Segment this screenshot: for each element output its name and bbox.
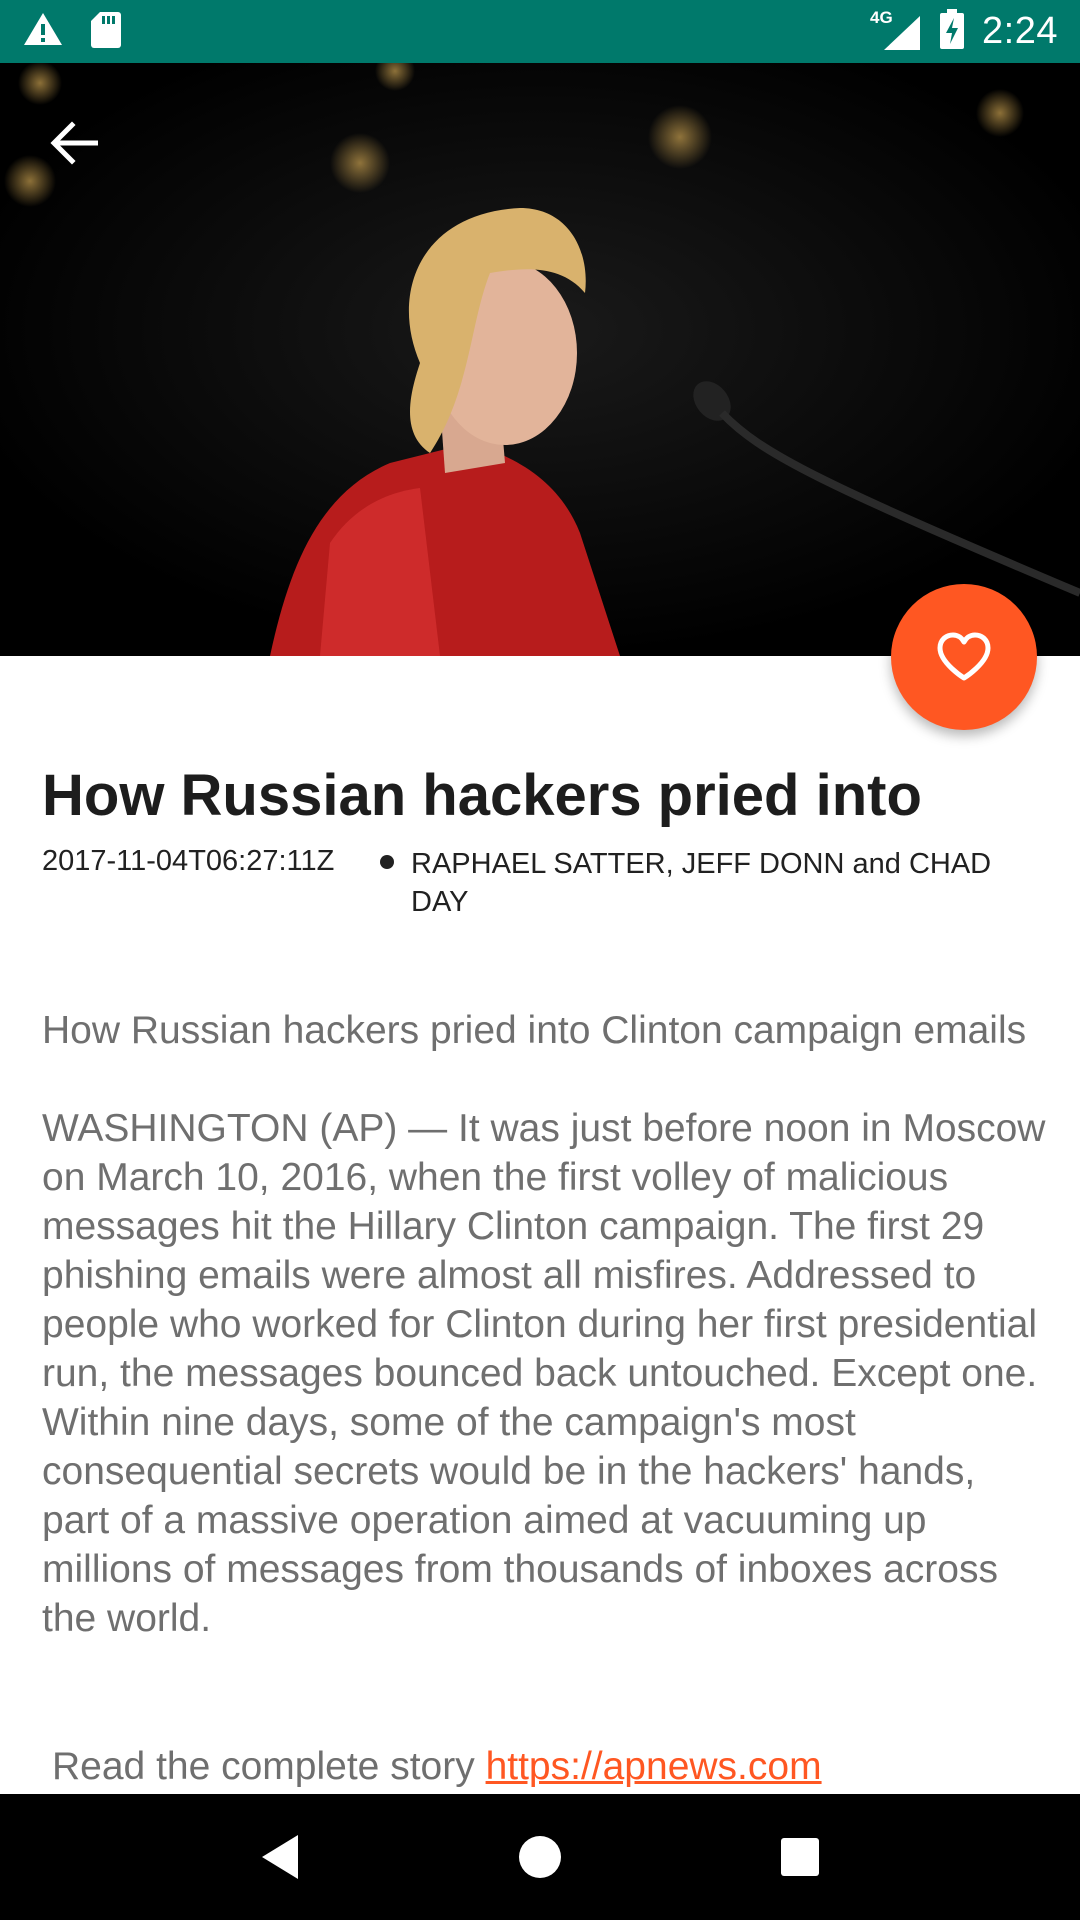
home-circle-icon [519,1836,561,1878]
article-hero-image [0,63,1080,656]
arrow-back-icon [50,121,98,165]
battery-charging-icon [940,9,965,54]
article-title: How Russian hackers pried into [42,763,922,828]
nav-back-button[interactable] [235,1812,325,1902]
favorite-button[interactable] [891,584,1037,730]
heart-outline-icon [937,632,991,681]
article-body: How Russian hackers pried into Clinton c… [42,1009,1046,1640]
nav-home-button[interactable] [495,1812,585,1902]
read-more-label: Read the complete story [52,1745,475,1788]
status-bar: 4G 2:24 [0,0,1080,63]
read-more-line: Read the complete story https://apnews.c… [52,1742,822,1791]
signal-icon: 4G [870,8,922,52]
meta-separator-dot [380,855,394,869]
alert-icon [22,11,64,52]
read-more-link[interactable]: https://apnews.com [486,1745,822,1788]
article-photo [0,63,1080,656]
back-triangle-icon [262,1835,298,1879]
article-authors: RAPHAEL SATTER, JEFF DONN and CHAD DAY [411,848,992,918]
network-type-label: 4G [870,7,893,27]
sd-card-icon [90,10,122,53]
recents-square-icon [781,1838,819,1876]
navigation-bar [0,1794,1080,1920]
nav-recents-button[interactable] [755,1812,845,1902]
article-date: 2017-11-04T06:27:11Z [42,845,335,877]
back-button[interactable] [36,105,112,181]
status-time: 2:24 [982,10,1058,52]
